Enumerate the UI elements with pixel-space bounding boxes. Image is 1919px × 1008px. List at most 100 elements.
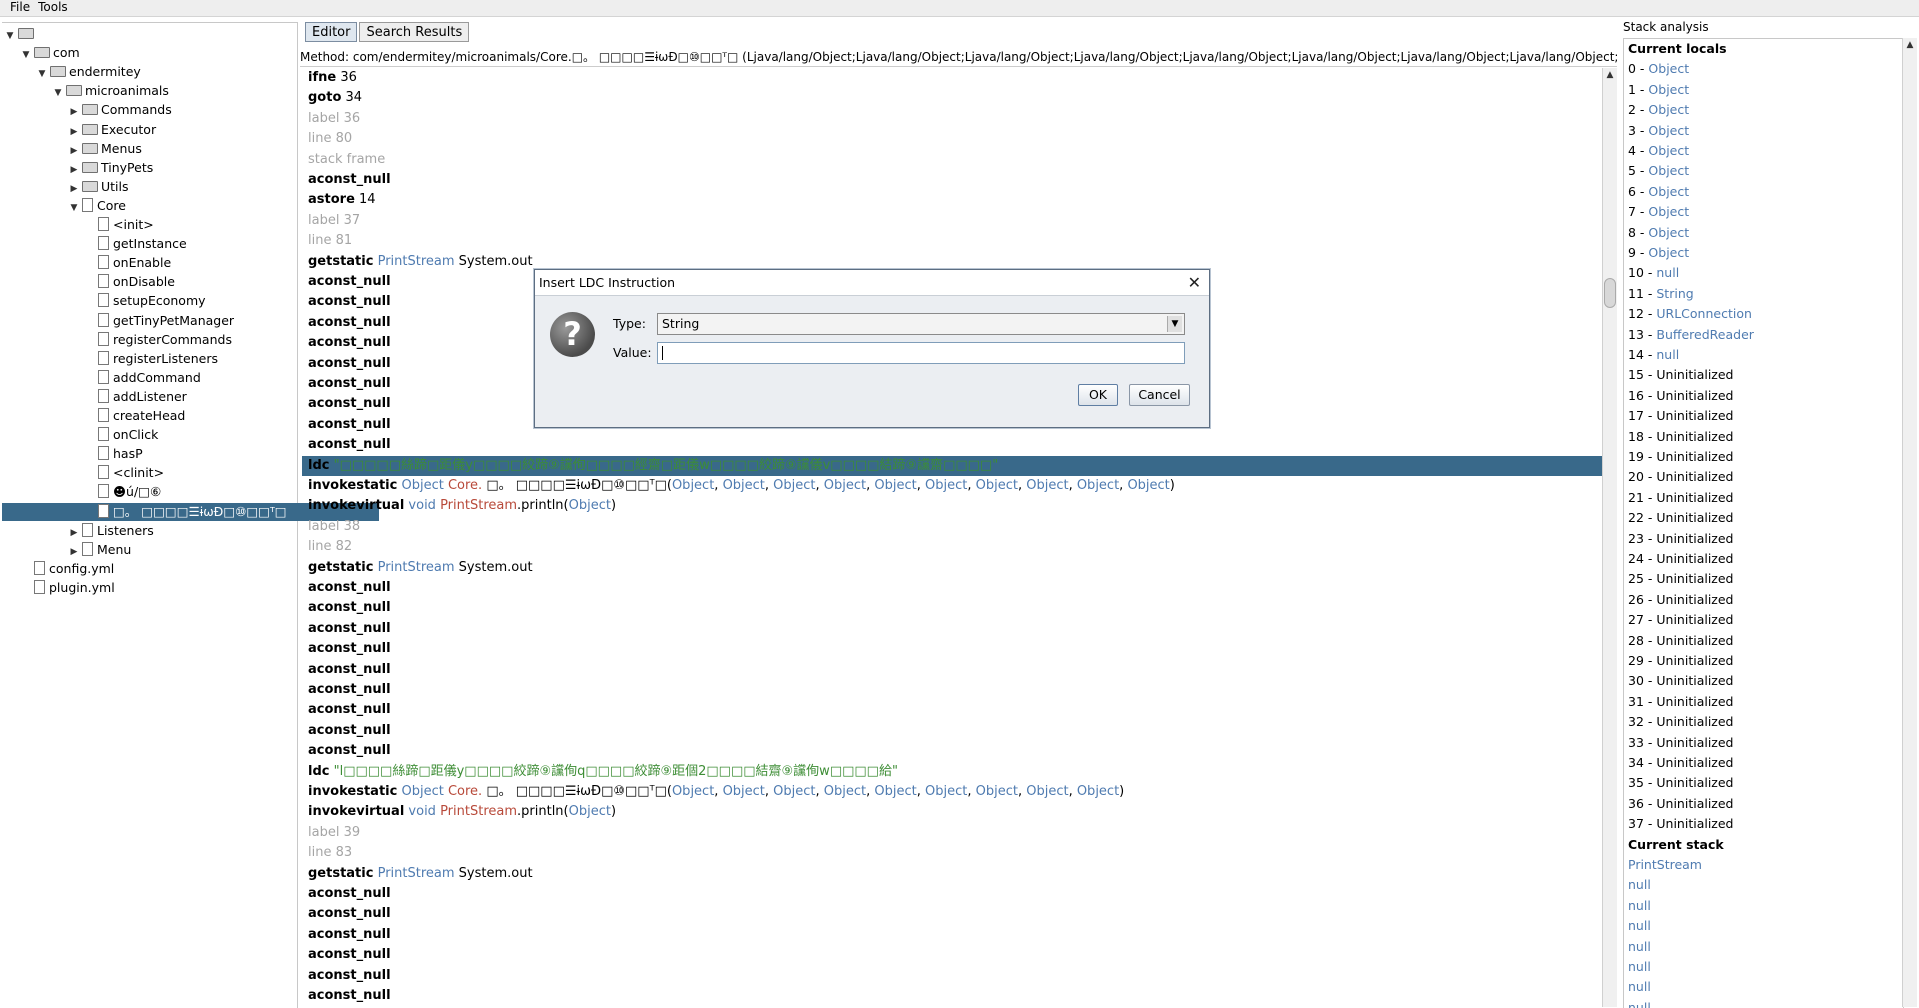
- expand-down-icon[interactable]: ▼: [36, 65, 48, 83]
- expand-right-icon[interactable]: ▶: [68, 161, 80, 179]
- tree-node[interactable]: plugin.yml: [20, 579, 115, 597]
- code-line[interactable]: label 37: [302, 211, 1602, 231]
- tree-node[interactable]: <clinit>: [84, 464, 164, 482]
- code-line[interactable]: goto 34: [302, 88, 1602, 108]
- tab-search-results[interactable]: Search Results: [359, 22, 470, 42]
- file-icon: [98, 369, 109, 384]
- expand-down-icon[interactable]: ▼: [4, 27, 16, 45]
- code-line[interactable]: label 39: [302, 823, 1602, 843]
- code-line[interactable]: aconst_null: [302, 741, 1602, 761]
- file-icon: [34, 560, 45, 575]
- editor-scrollbar[interactable]: ▲: [1602, 68, 1617, 1007]
- code-line[interactable]: aconst_null: [302, 619, 1602, 639]
- code-line[interactable]: aconst_null: [302, 578, 1602, 598]
- code-line[interactable]: aconst_null: [302, 700, 1602, 720]
- code-line[interactable]: aconst_null: [302, 884, 1602, 904]
- tree-node[interactable]: createHead: [84, 407, 185, 425]
- ok-button[interactable]: OK: [1078, 384, 1118, 406]
- expand-right-icon[interactable]: ▶: [68, 142, 80, 160]
- tree-node[interactable]: getTinyPetManager: [84, 312, 234, 330]
- tree-node[interactable]: onClick: [84, 426, 158, 444]
- value-input[interactable]: [657, 342, 1185, 364]
- tree-node[interactable]: ▼ com: [20, 44, 80, 62]
- expand-right-icon[interactable]: ▶: [68, 543, 80, 561]
- cancel-button[interactable]: Cancel: [1129, 384, 1190, 406]
- code-line[interactable]: aconst_null: [302, 660, 1602, 680]
- code-line[interactable]: getstatic PrintStream System.out: [302, 558, 1602, 578]
- tree-node[interactable]: addCommand: [84, 369, 201, 387]
- code-line[interactable]: line 81: [302, 231, 1602, 251]
- local-entry: 20 - Uninitialized: [1628, 469, 1734, 485]
- code-line[interactable]: ldc "□□□□□絲蹄□距儀y□□□□絞蹄⑨讜侚□□□□經齋□距儀w□□□□絞…: [302, 455, 1602, 476]
- tree-node[interactable]: onDisable: [84, 273, 175, 291]
- local-type: BufferedReader: [1656, 326, 1754, 342]
- code-line[interactable]: label 38: [302, 517, 1602, 537]
- code-line[interactable]: aconst_null: [302, 925, 1602, 945]
- expand-right-icon[interactable]: ▶: [68, 103, 80, 121]
- operand: Object: [773, 478, 816, 493]
- tree-node[interactable]: ▼: [4, 25, 37, 43]
- code-line[interactable]: invokevirtual void PrintStream.println(O…: [302, 496, 1602, 516]
- tree-node[interactable]: ▶ Commands: [68, 101, 172, 119]
- tree-node[interactable]: config.yml: [20, 560, 114, 578]
- tree-node[interactable]: ▼ microanimals: [52, 82, 169, 100]
- expand-down-icon[interactable]: ▼: [68, 199, 80, 217]
- code-line[interactable]: aconst_null: [302, 639, 1602, 659]
- scroll-up-icon[interactable]: ▲: [1903, 38, 1917, 52]
- tree-node[interactable]: ▶ Executor: [68, 121, 157, 141]
- tree-node[interactable]: getInstance: [84, 235, 187, 253]
- code-line[interactable]: ldc "l□□□□絲蹄□距儀y□□□□絞蹄⑨讜侚q□□□□絞蹄⑨距個2□□□□…: [302, 762, 1602, 782]
- tree-node[interactable]: <init>: [84, 216, 154, 234]
- tree-node[interactable]: setupEconomy: [84, 292, 206, 310]
- type-select[interactable]: String ▼: [657, 313, 1185, 335]
- expand-right-icon[interactable]: ▶: [68, 524, 80, 542]
- code-line[interactable]: invokestatic Object Core. □。 □□□□☰ɨωĐ□⑩□…: [302, 782, 1602, 802]
- code-line[interactable]: aconst_null: [302, 598, 1602, 618]
- scroll-up-icon[interactable]: ▲: [1603, 68, 1617, 82]
- menu-file[interactable]: File: [0, 0, 34, 15]
- tree-node[interactable]: ▶ Menu: [68, 541, 131, 559]
- code-line[interactable]: line 82: [302, 537, 1602, 557]
- expand-right-icon[interactable]: ▶: [68, 180, 80, 198]
- tree-node[interactable]: ▶ TinyPets: [68, 159, 154, 179]
- tree-node[interactable]: hasP: [84, 445, 143, 463]
- code-line[interactable]: line 83: [302, 843, 1602, 863]
- close-icon[interactable]: ✕: [1188, 270, 1201, 296]
- tree-node[interactable]: registerListeners: [84, 350, 218, 368]
- code-line[interactable]: astore 14: [302, 190, 1602, 210]
- expand-right-icon[interactable]: ▶: [68, 123, 80, 141]
- code-line[interactable]: aconst_null: [302, 435, 1602, 455]
- menu-tools[interactable]: Tools: [34, 0, 72, 15]
- code-line[interactable]: aconst_null: [302, 904, 1602, 924]
- code-line[interactable]: aconst_null: [302, 986, 1602, 1006]
- tree-node[interactable]: ▶ Utils: [68, 178, 129, 196]
- code-line[interactable]: aconst_null: [302, 966, 1602, 986]
- local-entry: 18 - Uninitialized: [1628, 428, 1734, 444]
- tree-node[interactable]: ▼ Core: [68, 197, 126, 215]
- code-line[interactable]: ifne 36: [302, 68, 1602, 88]
- tree-node[interactable]: registerCommands: [84, 331, 232, 349]
- code-line[interactable]: aconst_null: [302, 170, 1602, 190]
- tree-node[interactable]: ☻ú/□⑥: [84, 483, 161, 501]
- code-line[interactable]: invokestatic Object Core. □。 □□□□☰ɨωĐ□⑩□…: [302, 476, 1602, 496]
- code-line[interactable]: line 80: [302, 129, 1602, 149]
- tree-node[interactable]: onEnable: [84, 254, 171, 272]
- tree-node[interactable]: ▶ Listeners: [68, 522, 154, 540]
- chevron-down-icon[interactable]: ▼: [1167, 316, 1182, 332]
- tab-editor[interactable]: Editor: [305, 22, 358, 42]
- code-line[interactable]: aconst_null: [302, 721, 1602, 741]
- code-line[interactable]: aconst_null: [302, 945, 1602, 965]
- stack-scrollbar[interactable]: ▲: [1902, 38, 1917, 1007]
- expand-down-icon[interactable]: ▼: [52, 84, 64, 102]
- tree-node[interactable]: addListener: [84, 388, 187, 406]
- code-line[interactable]: aconst_null: [302, 680, 1602, 700]
- scroll-thumb[interactable]: [1604, 278, 1616, 308]
- tree-node[interactable]: ▼ endermitey: [36, 63, 141, 81]
- code-line[interactable]: getstatic PrintStream System.out: [302, 864, 1602, 884]
- code-line[interactable]: stack frame: [302, 150, 1602, 170]
- code-line[interactable]: label 36: [302, 109, 1602, 129]
- code-line[interactable]: invokevirtual void PrintStream.println(O…: [302, 802, 1602, 822]
- local-index: 15: [1628, 367, 1644, 383]
- expand-down-icon[interactable]: ▼: [20, 46, 32, 64]
- tree-node[interactable]: ▶ Menus: [68, 140, 142, 158]
